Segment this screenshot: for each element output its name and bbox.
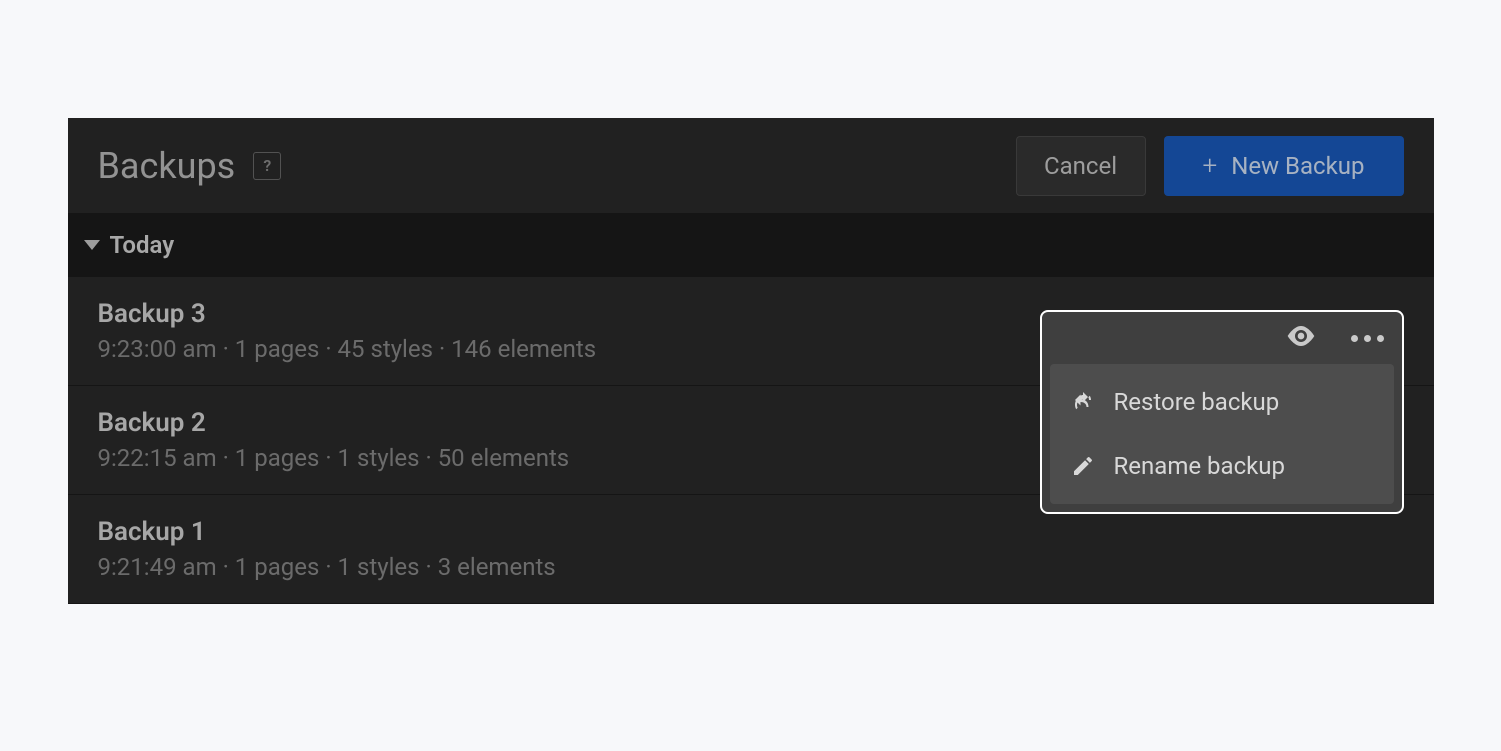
- pencil-icon: [1070, 453, 1096, 479]
- section-header-today[interactable]: Today: [68, 213, 1434, 277]
- backups-panel: Backups ? Cancel + New Backup Today Back…: [68, 118, 1434, 604]
- panel-title: Backups: [98, 145, 236, 187]
- chevron-down-icon: [84, 240, 100, 250]
- section-label: Today: [110, 231, 175, 259]
- rename-backup-label: Rename backup: [1114, 452, 1286, 480]
- backup-name: Backup 1: [98, 517, 1404, 547]
- restore-backup-menu-item[interactable]: Restore backup: [1050, 370, 1394, 434]
- new-backup-button-label: New Backup: [1231, 152, 1364, 180]
- rename-backup-menu-item[interactable]: Rename backup: [1050, 434, 1394, 498]
- backup-actions-popover: Restore backup Rename backup: [1040, 310, 1404, 514]
- plus-icon: +: [1203, 153, 1218, 179]
- cancel-button-label: Cancel: [1044, 152, 1117, 180]
- popover-menu: Restore backup Rename backup: [1050, 364, 1394, 504]
- preview-icon[interactable]: [1285, 320, 1317, 356]
- cancel-button[interactable]: Cancel: [1016, 136, 1146, 196]
- backup-meta: 9:21:49 am · 1 pages · 1 styles · 3 elem…: [98, 553, 1404, 581]
- panel-header: Backups ? Cancel + New Backup: [68, 118, 1434, 213]
- undo-icon: [1070, 389, 1096, 415]
- more-options-icon[interactable]: [1351, 335, 1384, 342]
- new-backup-button[interactable]: + New Backup: [1164, 136, 1404, 196]
- help-icon[interactable]: ?: [253, 152, 281, 180]
- help-glyph: ?: [263, 156, 271, 175]
- popover-header: [1042, 312, 1402, 364]
- restore-backup-label: Restore backup: [1114, 388, 1280, 416]
